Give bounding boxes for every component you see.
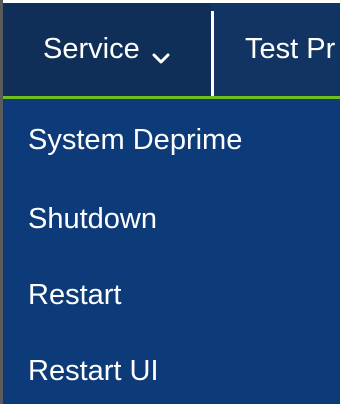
menu-item-label: Restart UI <box>28 354 159 387</box>
navbar: Service Test Pr <box>3 3 340 99</box>
menu-item-label: Restart <box>28 278 122 311</box>
service-menu-label: Service <box>43 33 140 65</box>
menu-item-label: Shutdown <box>28 202 157 235</box>
chevron-down-icon <box>152 42 170 63</box>
menu-item-restart[interactable]: Restart <box>3 257 340 333</box>
menu-item-label: System Deprime <box>28 123 243 156</box>
menu-item-restart-ui[interactable]: Restart UI <box>3 333 340 404</box>
test-menu-label: Test Pr <box>245 33 336 65</box>
service-menu-button[interactable]: Service <box>3 3 211 96</box>
app-frame: Service Test Pr System Deprime Shutdown … <box>0 0 340 404</box>
menu-item-shutdown[interactable]: Shutdown <box>3 181 340 257</box>
test-menu-button[interactable]: Test Pr <box>214 3 340 96</box>
service-dropdown-menu: System Deprime Shutdown Restart Restart … <box>3 99 340 404</box>
menu-item-system-deprime[interactable]: System Deprime <box>3 99 340 181</box>
